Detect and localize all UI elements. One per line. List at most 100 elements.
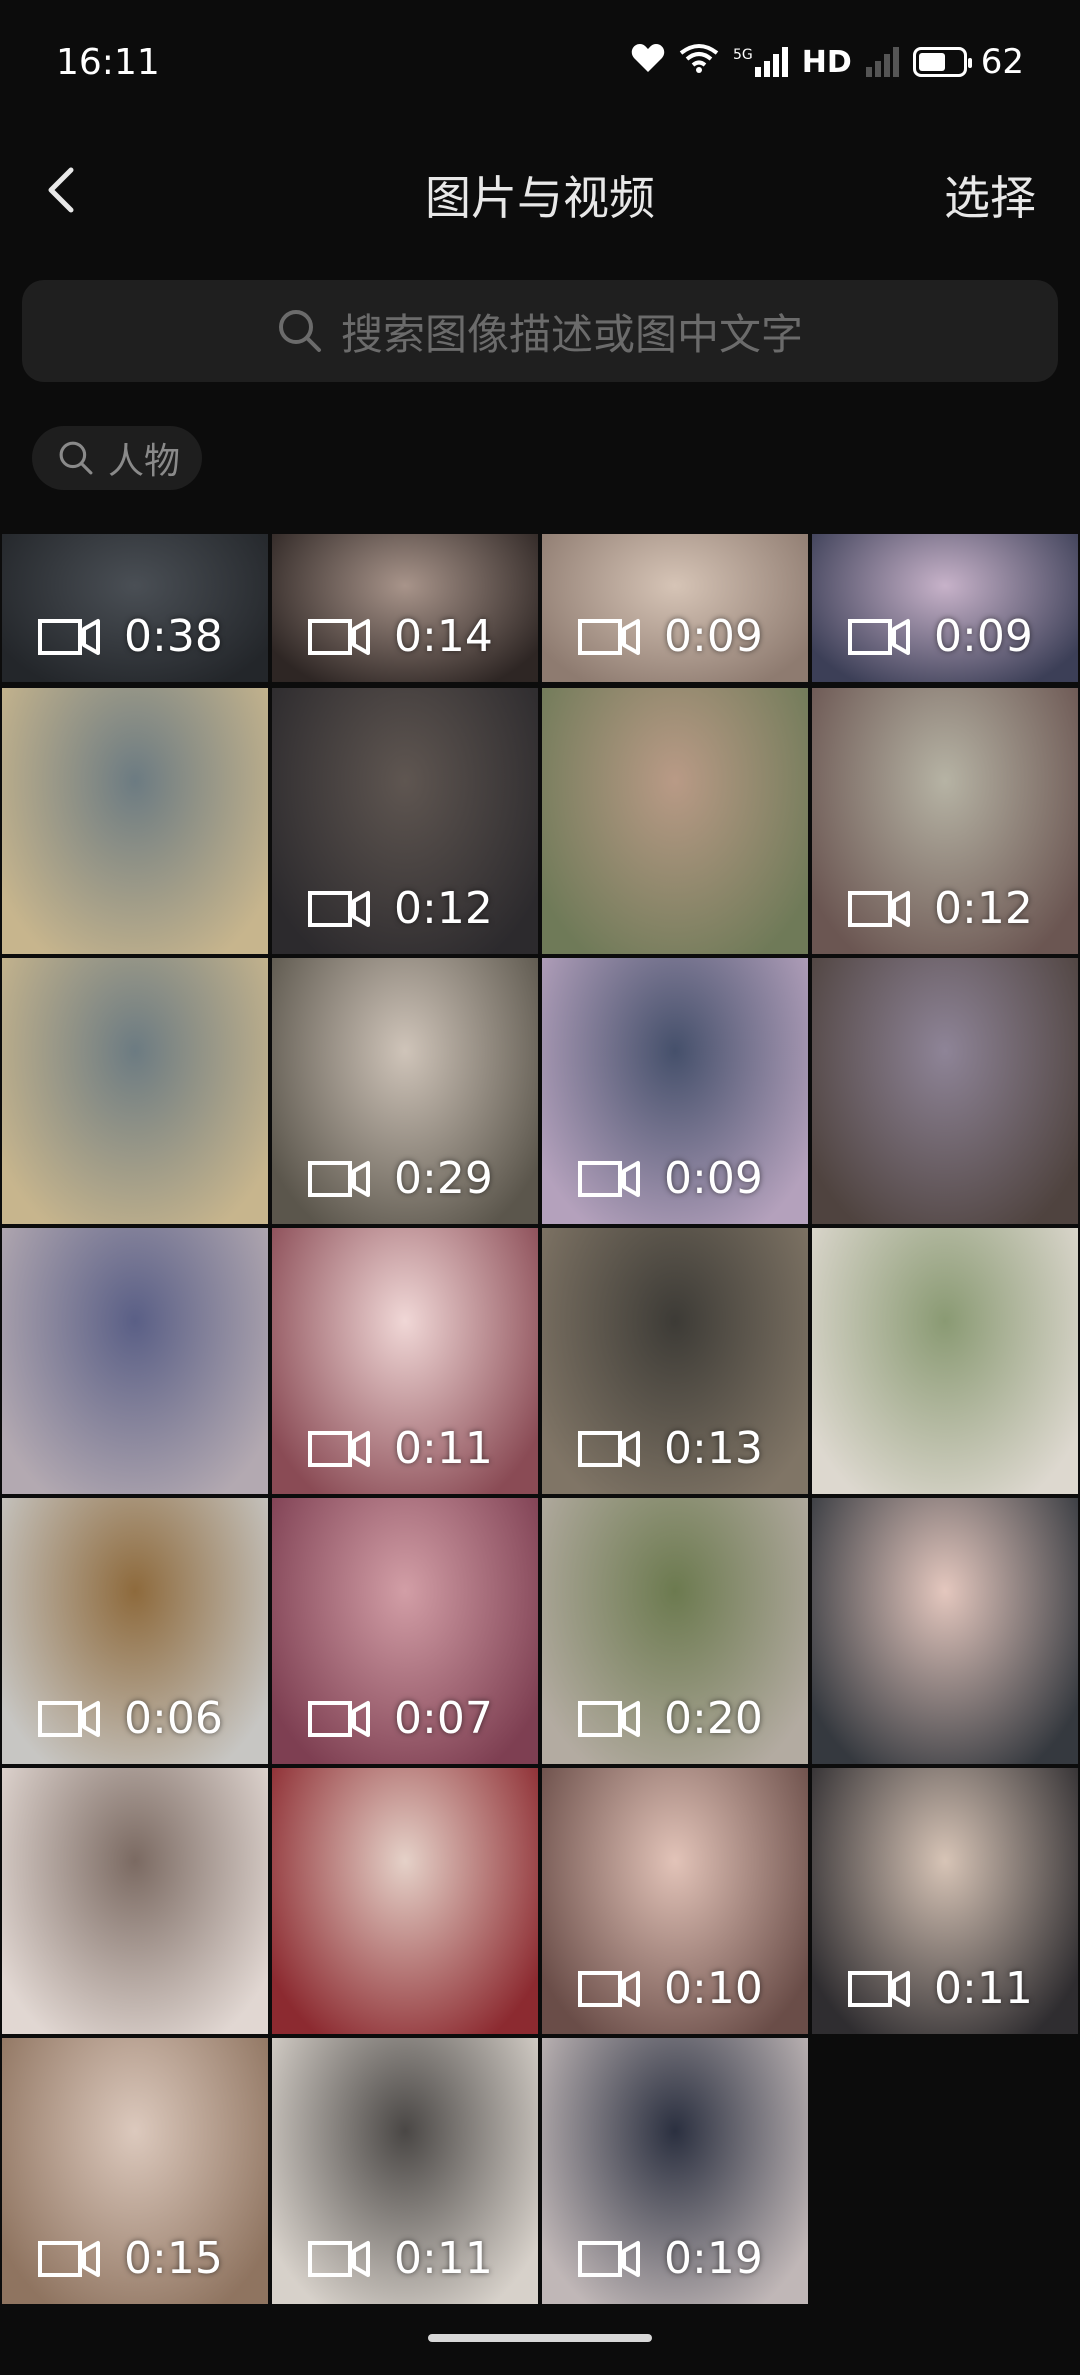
page-title: 图片与视频: [425, 171, 655, 225]
media-thumbnail[interactable]: 0:06: [2, 1498, 268, 1764]
duration-label: 0:11: [934, 1963, 1033, 2014]
video-camera-icon: [308, 1160, 370, 1197]
video-camera-icon: [308, 1700, 370, 1737]
nav-bar: 图片与视频 选择: [0, 140, 1080, 240]
duration-label: 0:06: [124, 1693, 223, 1744]
video-duration: 0:09: [578, 1153, 763, 1204]
video-duration: 0:11: [848, 1963, 1033, 2014]
duration-label: 0:10: [664, 1963, 763, 2014]
duration-label: 0:09: [664, 1153, 763, 1204]
duration-label: 0:14: [394, 611, 493, 662]
duration-label: 0:11: [394, 2233, 493, 2284]
video-duration: 0:11: [308, 2233, 493, 2284]
video-camera-icon: [38, 1700, 100, 1737]
media-thumbnail[interactable]: [2, 688, 268, 954]
duration-label: 0:38: [124, 611, 223, 662]
video-camera-icon: [848, 1970, 910, 2007]
media-thumbnail[interactable]: 0:12: [812, 688, 1078, 954]
media-thumbnail[interactable]: 0:09: [812, 534, 1078, 682]
media-thumbnail[interactable]: 0:15: [2, 2038, 268, 2304]
media-thumbnail[interactable]: 0:11: [812, 1768, 1078, 2034]
media-thumbnail[interactable]: 0:38: [2, 534, 268, 682]
home-indicator: [428, 2334, 652, 2342]
media-thumbnail[interactable]: 0:29: [272, 958, 538, 1224]
video-duration: 0:07: [308, 1693, 493, 1744]
media-thumbnail[interactable]: 0:11: [272, 2038, 538, 2304]
video-camera-icon: [578, 1430, 640, 1467]
video-camera-icon: [578, 618, 640, 655]
search-input[interactable]: 搜索图像描述或图中文字: [22, 280, 1058, 382]
media-thumbnail[interactable]: [542, 688, 808, 954]
battery-level: 62: [980, 42, 1024, 82]
video-duration: 0:12: [308, 883, 493, 934]
duration-label: 0:12: [934, 883, 1033, 934]
search-icon: [59, 441, 93, 475]
chip-label: 人物: [108, 441, 181, 482]
status-icons: 5G HD 62: [631, 42, 1024, 82]
media-thumbnail[interactable]: [2, 958, 268, 1224]
video-duration: 0:15: [38, 2233, 223, 2284]
media-thumbnail[interactable]: 0:09: [542, 958, 808, 1224]
video-camera-icon: [578, 1970, 640, 2007]
media-thumbnail[interactable]: [2, 1228, 268, 1494]
duration-label: 0:29: [394, 1153, 493, 1204]
video-duration: 0:20: [578, 1693, 763, 1744]
duration-label: 0:15: [124, 2233, 223, 2284]
media-thumbnail[interactable]: 0:19: [542, 2038, 808, 2304]
duration-label: 0:12: [394, 883, 493, 934]
video-duration: 0:09: [848, 611, 1033, 662]
duration-label: 0:09: [934, 611, 1033, 662]
duration-label: 0:11: [394, 1423, 493, 1474]
video-duration: 0:12: [848, 883, 1033, 934]
filter-chip-people[interactable]: 人物: [32, 426, 203, 490]
heart-icon: [631, 42, 665, 82]
video-duration: 0:11: [308, 1423, 493, 1474]
video-camera-icon: [578, 1700, 640, 1737]
media-thumbnail[interactable]: [812, 1498, 1078, 1764]
video-duration: 0:38: [38, 611, 223, 662]
duration-label: 0:19: [664, 2233, 763, 2284]
video-duration: 0:13: [578, 1423, 763, 1474]
duration-label: 0:20: [664, 1693, 763, 1744]
video-duration: 0:29: [308, 1153, 493, 1204]
video-camera-icon: [578, 2240, 640, 2277]
video-camera-icon: [578, 1160, 640, 1197]
media-thumbnail[interactable]: 0:07: [272, 1498, 538, 1764]
search-icon: [278, 310, 321, 352]
status-bar: 16:11 5G HD 62: [0, 0, 1080, 130]
media-thumbnail[interactable]: [2, 1768, 268, 2034]
video-camera-icon: [308, 890, 370, 927]
media-thumbnail[interactable]: 0:09: [542, 534, 808, 682]
video-camera-icon: [308, 1430, 370, 1467]
video-duration: 0:19: [578, 2233, 763, 2284]
video-duration: 0:10: [578, 1963, 763, 2014]
battery-icon: [912, 47, 972, 77]
media-thumbnail[interactable]: [272, 1768, 538, 2034]
hd-label: HD: [801, 44, 852, 80]
wifi-icon: [679, 42, 719, 82]
video-camera-icon: [308, 2240, 370, 2277]
media-thumbnail[interactable]: 0:13: [542, 1228, 808, 1494]
video-duration: 0:09: [578, 611, 763, 662]
video-camera-icon: [38, 618, 100, 655]
media-thumbnail[interactable]: 0:14: [272, 534, 538, 682]
signal-weak-icon: [865, 47, 899, 77]
video-camera-icon: [308, 618, 370, 655]
media-thumbnail[interactable]: 0:20: [542, 1498, 808, 1764]
media-thumbnail[interactable]: [812, 958, 1078, 1224]
media-thumbnail[interactable]: 0:11: [272, 1228, 538, 1494]
status-time: 16:11: [56, 42, 160, 83]
duration-label: 0:09: [664, 611, 763, 662]
video-duration: 0:06: [38, 1693, 223, 1744]
duration-label: 0:07: [394, 1693, 493, 1744]
video-duration: 0:14: [308, 611, 493, 662]
video-camera-icon: [848, 618, 910, 655]
select-button[interactable]: 选择: [944, 162, 1036, 228]
search-placeholder: 搜索图像描述或图中文字: [340, 309, 803, 359]
media-thumbnail[interactable]: [812, 1228, 1078, 1494]
duration-label: 0:13: [664, 1423, 763, 1474]
media-thumbnail[interactable]: 0:12: [272, 688, 538, 954]
video-camera-icon: [848, 890, 910, 927]
video-camera-icon: [38, 2240, 100, 2277]
media-thumbnail[interactable]: 0:10: [542, 1768, 808, 2034]
